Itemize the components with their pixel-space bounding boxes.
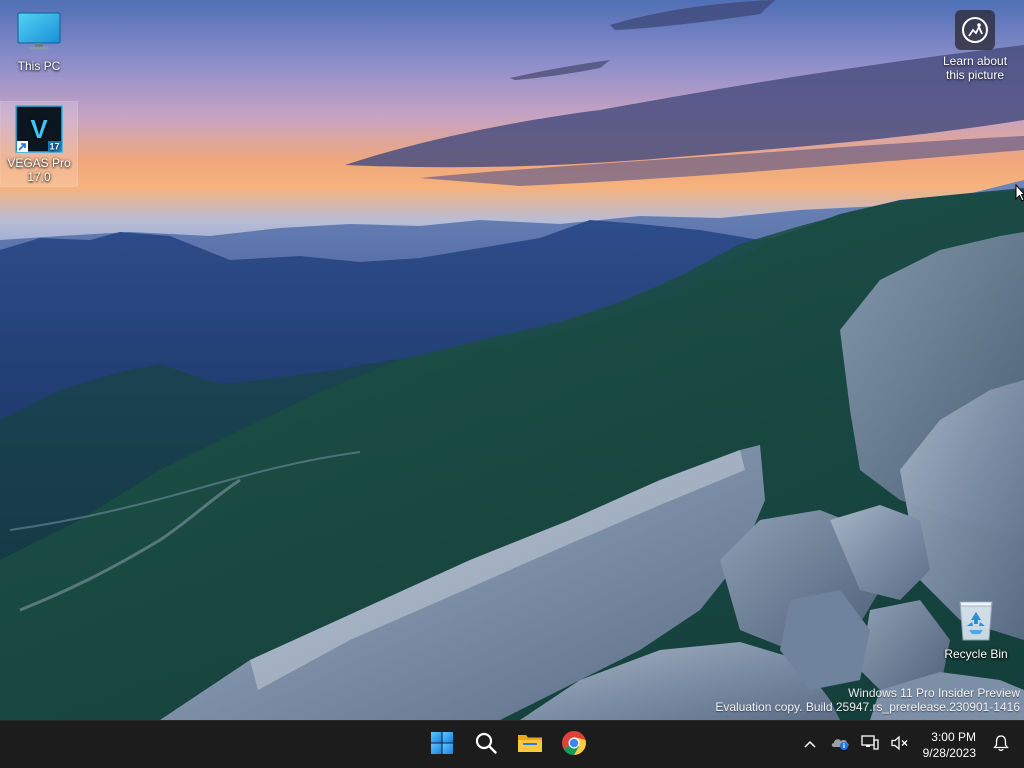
mouse-cursor-icon (1015, 183, 1024, 207)
volume-muted-icon (890, 735, 909, 756)
show-hidden-icons-button[interactable] (795, 725, 825, 765)
desktop-icon-this-pc[interactable]: This PC (1, 8, 77, 74)
monitor-icon (15, 8, 63, 56)
onedrive-icon (830, 735, 850, 756)
start-button[interactable] (420, 725, 464, 765)
desktop-icon-vegas-pro[interactable]: V 17 VEGAS Pro 17.0 (0, 101, 78, 187)
windows-start-icon (430, 731, 454, 760)
network-tray-button[interactable] (855, 725, 885, 765)
svg-text:17: 17 (49, 142, 59, 152)
notification-bell-icon (993, 734, 1009, 757)
chrome-button[interactable] (552, 725, 596, 765)
desktop-icon-label: Recycle Bin (944, 647, 1008, 661)
watermark-build: Evaluation copy. Build 25947.rs_prerelea… (715, 700, 1020, 714)
desktop-icon-label: This PC (17, 59, 61, 73)
desktop-icon-label: VEGAS Pro 17.0 (7, 156, 71, 184)
chevron-up-icon (803, 736, 817, 754)
recycle-bin-icon (952, 596, 1000, 644)
vegas-pro-icon: V 17 (15, 105, 63, 153)
spotlight-label-line2: this picture (945, 68, 1005, 82)
onedrive-tray-button[interactable] (825, 725, 855, 765)
network-icon (860, 734, 879, 756)
notifications-button[interactable] (986, 725, 1016, 765)
file-explorer-button[interactable] (508, 725, 552, 765)
desktop-screen: This PC V 17 VEGAS Pro 17.0 Recycle Bin … (0, 0, 1024, 768)
desktop-icon-recycle-bin[interactable]: Recycle Bin (938, 596, 1014, 662)
taskbar: 3:00 PM 9/28/2023 (0, 720, 1024, 768)
svg-text:V: V (30, 114, 48, 144)
folder-icon (517, 731, 543, 760)
volume-tray-button[interactable] (885, 725, 915, 765)
search-button[interactable] (464, 725, 508, 765)
clock-date: 9/28/2023 (922, 746, 976, 760)
clock-time: 3:00 PM (931, 730, 976, 744)
system-tray: 3:00 PM 9/28/2023 (795, 721, 1024, 768)
chrome-icon (561, 730, 587, 761)
learn-about-picture-button[interactable]: Learn about this picture (936, 10, 1014, 82)
watermark-edition: Windows 11 Pro Insider Preview (848, 686, 1020, 700)
taskbar-clock[interactable]: 3:00 PM 9/28/2023 (915, 729, 986, 761)
search-icon (474, 731, 498, 760)
insider-watermark: Windows 11 Pro Insider Preview Evaluatio… (715, 686, 1020, 714)
camera-icon (955, 10, 995, 50)
wallpaper-landscape-image (0, 0, 1024, 720)
spotlight-label-line1: Learn about (942, 54, 1008, 68)
taskbar-apps (420, 721, 596, 768)
desktop-wallpaper[interactable] (0, 0, 1024, 720)
